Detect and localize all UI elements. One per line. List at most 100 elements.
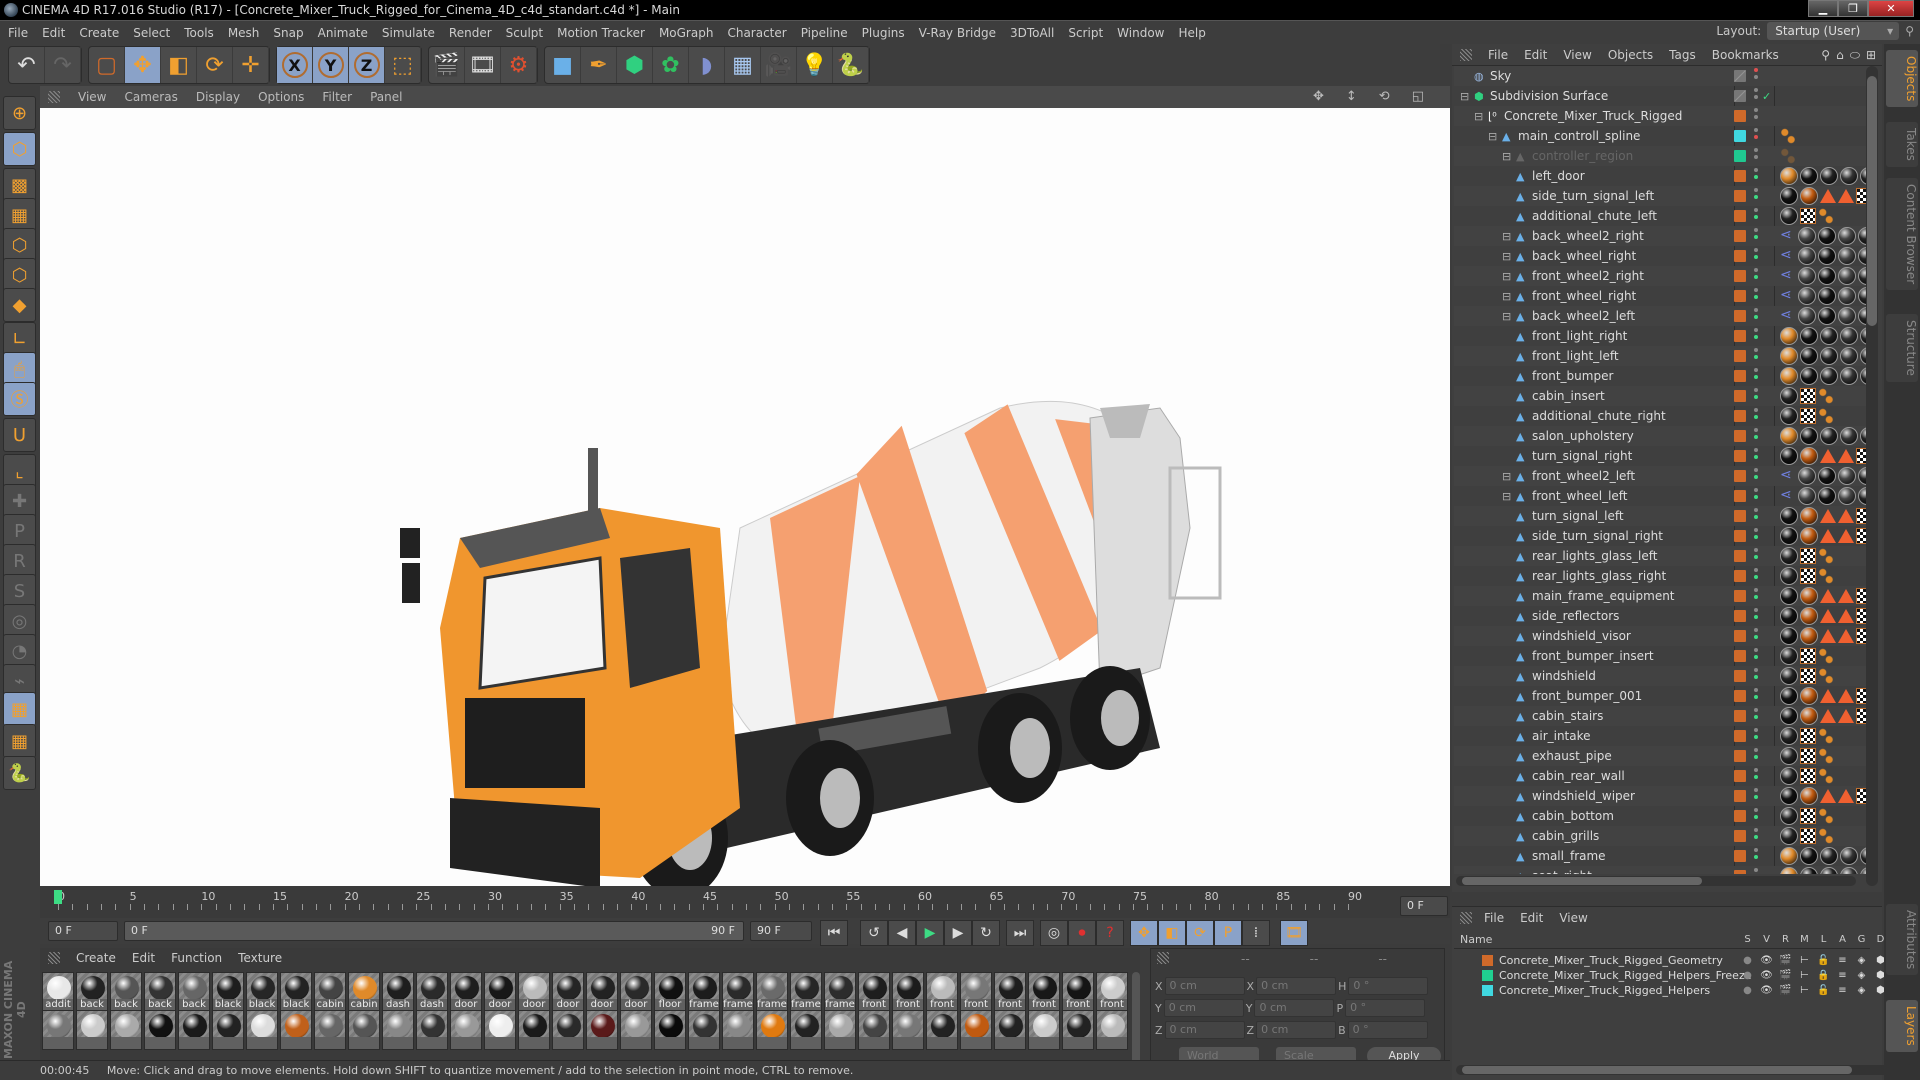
uvw-tag-icon[interactable]: [1800, 668, 1816, 684]
layer-color-swatch[interactable]: [1734, 270, 1746, 282]
object-menu-tags[interactable]: Tags: [1669, 48, 1696, 62]
visibility-dots[interactable]: [1754, 348, 1758, 364]
material-swatch[interactable]: frame: [790, 972, 822, 1012]
lock-toggle-icon[interactable]: 🔓: [1814, 955, 1833, 966]
close-button[interactable]: ✕: [1868, 0, 1914, 17]
record-icon[interactable]: ⏺: [1068, 920, 1096, 946]
coord-field[interactable]: 0 °: [1345, 999, 1426, 1017]
visibility-dots[interactable]: [1754, 288, 1758, 304]
material-swatch[interactable]: [42, 1010, 74, 1050]
material-swatch[interactable]: [518, 1010, 550, 1050]
visibility-dots[interactable]: [1754, 188, 1758, 204]
x-axis-icon[interactable]: X: [277, 47, 313, 83]
material-tag-icon[interactable]: [1780, 627, 1798, 645]
search-icon[interactable]: ⚲: [1821, 48, 1830, 63]
layer-color-swatch[interactable]: [1734, 850, 1746, 862]
layer-color-swatch[interactable]: [1734, 550, 1746, 562]
material-swatch[interactable]: [620, 1010, 652, 1050]
object-row[interactable]: ⊟ ▲ front_wheel_left ⋖: [1454, 486, 1872, 506]
layer-color-swatch[interactable]: [1734, 490, 1746, 502]
menu-3dtoall[interactable]: 3DToAll: [1010, 26, 1054, 40]
material-tag-icon[interactable]: [1838, 247, 1856, 265]
material-tag-icon[interactable]: [1820, 427, 1838, 445]
edges-mode-icon[interactable]: ⬡: [3, 258, 36, 292]
material-tag-icon[interactable]: [1780, 787, 1798, 805]
object-row[interactable]: ⊟ ⬢ Subdivision Surface ✓: [1454, 86, 1870, 106]
object-row[interactable]: ▲ rear_lights_glass_right: [1454, 566, 1870, 586]
material-tag-icon[interactable]: [1820, 867, 1838, 874]
object-menu-edit[interactable]: Edit: [1524, 48, 1547, 62]
material-swatch[interactable]: back: [178, 972, 210, 1012]
uvw-tag-icon[interactable]: [1800, 388, 1816, 404]
object-row[interactable]: ▲ turn_signal_left: [1454, 506, 1872, 526]
object-row[interactable]: ⊟ ▲ back_wheel2_left ⋖: [1454, 306, 1872, 326]
material-tag-icon[interactable]: [1798, 267, 1816, 285]
visibility-dots[interactable]: [1754, 828, 1758, 844]
material-tag-icon[interactable]: [1818, 487, 1836, 505]
tweak-mode-icon[interactable]: 🖱: [3, 352, 36, 386]
phong-tag-icon[interactable]: [1818, 387, 1834, 405]
layer-color-swatch[interactable]: [1734, 630, 1746, 642]
material-tag-icon[interactable]: [1838, 267, 1856, 285]
object-row[interactable]: ▲ windshield_wiper: [1454, 786, 1872, 806]
menu-snap[interactable]: Snap: [273, 26, 303, 40]
subdivision-surface-icon[interactable]: ⬢: [617, 47, 653, 83]
material-swatch[interactable]: [1096, 1010, 1128, 1050]
axis-mode-icon[interactable]: ∟: [3, 322, 36, 356]
material-swatch[interactable]: black: [212, 972, 244, 1012]
object-row[interactable]: ▲ seat_right: [1454, 866, 1872, 874]
play-icon[interactable]: ▶: [916, 920, 944, 946]
menu-help[interactable]: Help: [1178, 26, 1205, 40]
visibility-dots[interactable]: [1754, 728, 1758, 744]
object-row[interactable]: ▲ air_intake: [1454, 726, 1870, 746]
material-tag-icon[interactable]: [1838, 307, 1856, 325]
z-axis-icon[interactable]: Z: [349, 47, 385, 83]
material-scrollbar[interactable]: [1132, 972, 1140, 1066]
scale-icon[interactable]: ◧: [161, 47, 197, 83]
material-tag-icon[interactable]: [1800, 347, 1818, 365]
material-tag-icon[interactable]: [1780, 367, 1798, 385]
go-to-end-icon[interactable]: ⏭: [1006, 920, 1034, 946]
viewport-menu-filter[interactable]: Filter: [322, 90, 352, 104]
object-row[interactable]: ▲ turn_signal_right: [1454, 446, 1872, 466]
visibility-dots[interactable]: [1754, 668, 1758, 684]
material-tag-icon[interactable]: [1798, 287, 1816, 305]
expand-toggle-icon[interactable]: ⊟: [1460, 90, 1469, 103]
material-tag-icon[interactable]: [1780, 507, 1798, 525]
visibility-dots[interactable]: [1754, 768, 1758, 784]
previous-key-icon[interactable]: ↺: [860, 920, 888, 946]
viewport-menu-view[interactable]: View: [78, 90, 106, 104]
material-tag-icon[interactable]: [1818, 247, 1836, 265]
object-axis-icon[interactable]: ⌞: [3, 454, 36, 488]
menu-window[interactable]: Window: [1117, 26, 1164, 40]
material-swatch[interactable]: [348, 1010, 380, 1050]
object-row[interactable]: ▲ small_frame: [1454, 846, 1872, 866]
uvw-tag-icon[interactable]: [1800, 548, 1816, 564]
visibility-dots[interactable]: [1754, 548, 1758, 564]
material-tag-icon[interactable]: [1800, 367, 1818, 385]
timeline-icon[interactable]: 🎞: [1280, 920, 1308, 946]
material-tag-icon[interactable]: [1780, 707, 1798, 725]
material-swatch[interactable]: frame: [722, 972, 754, 1012]
material-tag-icon[interactable]: [1800, 447, 1818, 465]
layer-color-swatch[interactable]: [1734, 210, 1746, 222]
material-tag-icon[interactable]: [1820, 847, 1838, 865]
expand-toggle-icon[interactable]: ⊟: [1488, 130, 1497, 143]
visibility-dots[interactable]: [1754, 388, 1758, 404]
points-mode-icon[interactable]: ⬡: [3, 228, 36, 262]
layer-color-swatch[interactable]: [1734, 370, 1746, 382]
layer-color-swatch[interactable]: [1734, 570, 1746, 582]
material-swatch[interactable]: [756, 1010, 788, 1050]
layer-color-swatch[interactable]: [1734, 410, 1746, 422]
material-tag-icon[interactable]: [1840, 427, 1858, 445]
material-swatch[interactable]: black: [246, 972, 278, 1012]
menu-sculpt[interactable]: Sculpt: [506, 26, 543, 40]
material-tag-icon[interactable]: [1840, 347, 1858, 365]
floor-icon[interactable]: ▦: [725, 47, 761, 83]
phong-tag-icon[interactable]: [1818, 407, 1834, 425]
visibility-dots[interactable]: [1754, 148, 1758, 164]
object-menu-objects[interactable]: Objects: [1608, 48, 1653, 62]
ik-tag-icon[interactable]: [1820, 629, 1836, 643]
object-row[interactable]: ▲ exhaust_pipe: [1454, 746, 1870, 766]
material-tag-icon[interactable]: [1780, 827, 1798, 845]
